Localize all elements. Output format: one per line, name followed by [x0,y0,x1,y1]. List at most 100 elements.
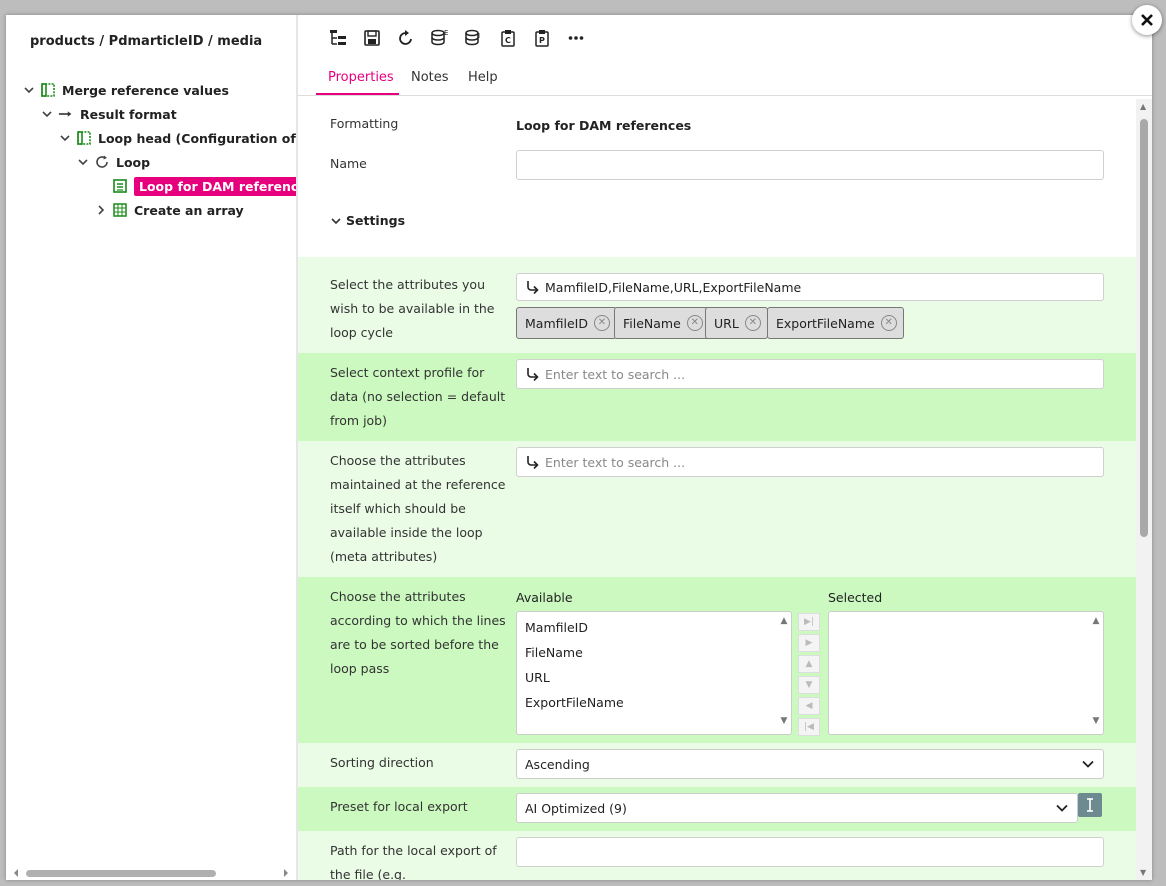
chevron-down-icon [331,217,341,224]
attributes-input[interactable]: MamfileID,FileName,URL,ExportFileName [516,273,1104,301]
sort-attributes-row: Choose the attributes according to which… [298,577,1136,743]
meta-attributes-input[interactable]: Enter text to search ... [516,447,1104,477]
export-path-label: Path for the local export of the file (e… [330,843,497,880]
save-icon[interactable] [362,28,382,48]
scrollbar-thumb[interactable] [1140,119,1148,537]
chevron-right-icon[interactable] [94,203,108,217]
move-down-button[interactable]: ▼ [798,676,820,694]
reference-arrow-icon [527,281,539,294]
available-listbox[interactable]: MamfileID FileName URL ExportFileName ▲ … [516,611,792,735]
tab-help[interactable]: Help [468,70,498,85]
form-vertical-scrollbar[interactable]: ▲ ▼ [1136,99,1152,880]
scroll-up-icon[interactable]: ▲ [779,616,789,626]
grid-icon [112,202,128,218]
export-path-input[interactable] [516,837,1104,867]
context-profile-input[interactable]: Enter text to search ... [516,359,1104,389]
svg-text:I: I [478,32,480,40]
chevron-down-icon[interactable] [22,83,36,97]
list-item[interactable]: URL [525,670,550,685]
reference-arrow-icon [527,456,539,469]
formatting-value: Loop for DAM references [516,118,692,133]
name-label: Name [330,156,367,171]
scroll-down-icon[interactable]: ▼ [1140,868,1146,877]
tree-item-create-an-array[interactable]: Create an array [94,199,244,221]
tree-structure-icon[interactable] [328,28,348,48]
context-profile-row: Select context profile for data (no sele… [298,353,1136,441]
clipboard-copy-icon[interactable]: C [498,28,518,48]
move-all-right-button[interactable]: ▶| [798,613,820,631]
context-profile-placeholder: Enter text to search ... [545,366,686,382]
list-item[interactable]: MamfileID [525,620,588,635]
name-input[interactable] [516,150,1104,180]
scroll-right-icon[interactable] [282,868,290,878]
remove-chip-icon[interactable]: ✕ [686,315,703,331]
list-item[interactable]: ExportFileName [525,695,624,710]
chevron-down-icon[interactable] [76,155,90,169]
selected-label: Selected [828,590,883,605]
chevron-down-icon [1056,804,1068,812]
chip-mamfileid[interactable]: MamfileID ✕ [516,307,617,339]
properties-pane: E I C P Properties Notes Help Formatting [298,15,1152,880]
refresh-icon[interactable] [396,28,416,48]
tab-properties[interactable]: Properties [328,70,394,85]
settings-label: Settings [346,213,406,228]
scroll-up-icon[interactable]: ▲ [1091,616,1101,626]
context-profile-label: Select context profile for data (no sele… [330,365,506,428]
tree-item-result-format[interactable]: Result format [40,103,177,125]
chevron-down-icon[interactable] [58,131,72,145]
tab-notes[interactable]: Notes [411,70,449,85]
chevron-down-icon [1082,760,1094,768]
text-cursor-icon[interactable] [1078,793,1102,817]
tree-item-label: Loop head (Configuration of loop [98,130,296,146]
scroll-down-icon[interactable]: ▼ [1091,716,1101,726]
move-right-button[interactable]: ▶ [798,634,820,652]
database-import-icon[interactable]: I [464,28,484,48]
dialog: products / PdmarticleID / media Merge re… [6,15,1152,880]
tree-item-loop-head[interactable]: Loop head (Configuration of loop [58,127,296,149]
chip-filename[interactable]: FileName ✕ [614,307,710,339]
tree-item-label: Merge reference values [62,82,229,98]
scroll-left-icon[interactable] [12,868,20,878]
database-export-icon[interactable]: E [430,28,450,48]
loop-head-icon [76,130,92,146]
sorting-direction-label: Sorting direction [330,755,434,770]
attributes-value: MamfileID,FileName,URL,ExportFileName [545,279,802,295]
remove-chip-icon[interactable]: ✕ [593,315,610,331]
meta-attributes-placeholder: Enter text to search ... [545,454,686,470]
close-button[interactable] [1132,5,1162,35]
settings-section-header[interactable]: Settings [330,213,405,228]
sort-attributes-label: Choose the attributes according to which… [330,589,506,676]
move-all-left-button[interactable]: |◀ [798,718,820,736]
list-node-icon [112,178,128,194]
move-up-button[interactable]: ▲ [798,655,820,673]
chevron-down-icon[interactable] [40,107,54,121]
move-left-button[interactable]: ◀ [798,697,820,715]
tree-item-loop[interactable]: Loop [76,151,150,173]
tree-item-label: Create an array [134,202,244,218]
chip-exportfilename[interactable]: ExportFileName ✕ [767,307,904,339]
formatting-label: Formatting [330,116,399,131]
more-icon[interactable] [566,28,586,48]
chip-url[interactable]: URL ✕ [705,307,768,339]
remove-chip-icon[interactable]: ✕ [880,315,897,331]
selected-listbox[interactable]: ▲ ▼ [828,611,1104,735]
preset-label: Preset for local export [330,799,468,814]
preset-select[interactable]: AI Optimized (9) [516,793,1078,823]
reference-arrow-icon [527,368,539,381]
remove-chip-icon[interactable]: ✕ [744,315,761,331]
tree-horizontal-scrollbar[interactable] [10,866,292,878]
scroll-up-icon[interactable]: ▲ [1140,102,1146,111]
tree-item-loop-for-dam-references[interactable]: Loop for DAM references [112,175,296,197]
sorting-direction-select[interactable]: Ascending [516,749,1104,779]
tree-item-merge-reference-values[interactable]: Merge reference values [22,79,229,101]
list-item[interactable]: FileName [525,645,583,660]
scrollbar-thumb[interactable] [26,870,216,877]
arrow-right-icon [58,106,74,122]
clipboard-paste-icon[interactable]: P [532,28,552,48]
attributes-row: Select the attributes you wish to be ava… [298,257,1136,353]
export-path-row: Path for the local export of the file (e… [298,831,1136,880]
scroll-down-icon[interactable]: ▼ [779,716,789,726]
properties-form: Formatting Loop for DAM references Name … [298,96,1136,880]
tree-item-label: Result format [80,106,177,122]
toolbar: E I C P [328,27,586,49]
